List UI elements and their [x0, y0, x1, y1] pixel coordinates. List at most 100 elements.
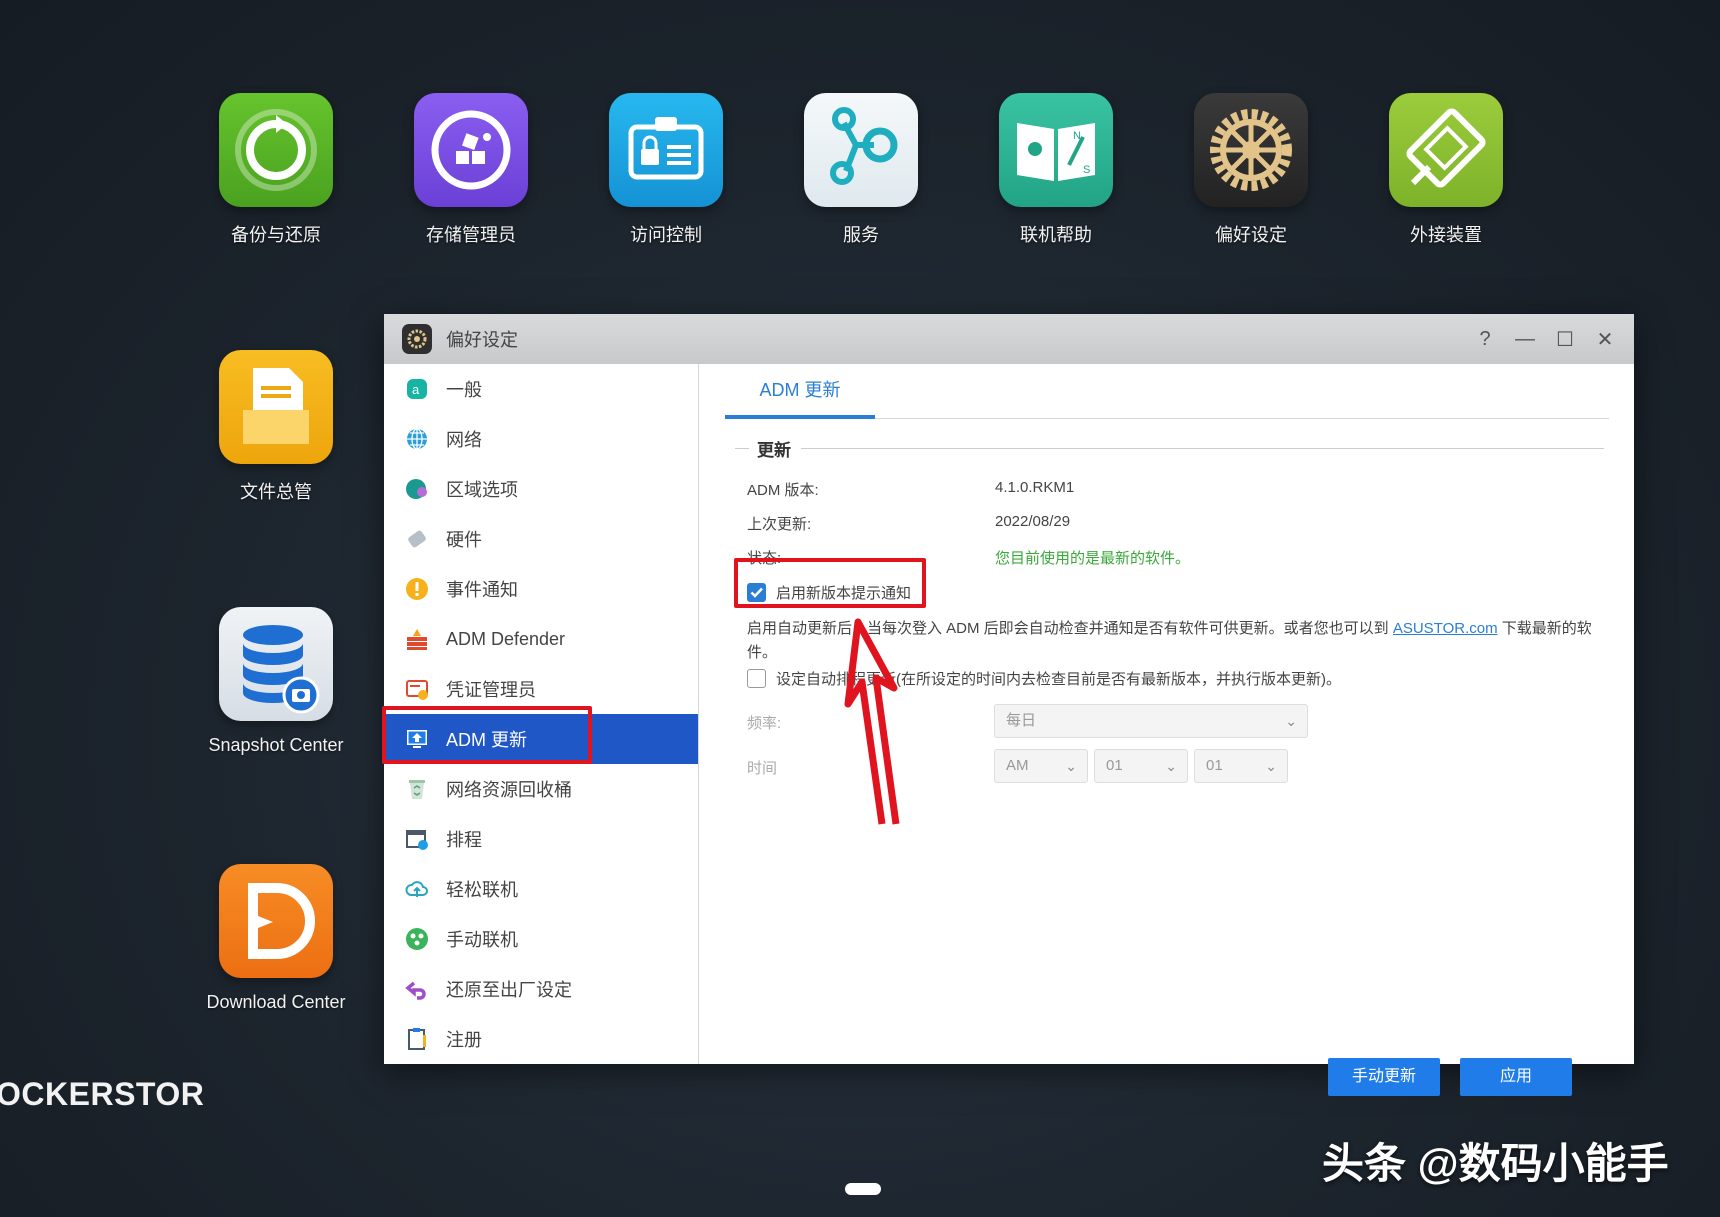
- tab-bar: ADM 更新: [725, 364, 1609, 419]
- svg-text:S: S: [1083, 164, 1090, 176]
- hour-select[interactable]: 01 ⌄: [1094, 749, 1188, 783]
- help-button[interactable]: ?: [1476, 328, 1494, 350]
- preferences-window: 偏好设定 ? — ☐ ✕ a 一般 网络 区域选项 硬件 事件通知 ADM De…: [382, 314, 1634, 1096]
- online-help-icon: N S: [1017, 123, 1095, 181]
- sidebar-item-general[interactable]: a 一般: [384, 364, 698, 414]
- desktop-icon-storage[interactable]: 存储管理员: [381, 93, 561, 247]
- chevron-down-icon: ⌄: [1065, 758, 1077, 774]
- frequency-select[interactable]: 每日 ⌄: [994, 704, 1308, 738]
- globe-icon: [404, 426, 430, 452]
- calendar-icon: [404, 826, 430, 852]
- database-icon: [243, 625, 320, 714]
- sidebar-item-notification[interactable]: 事件通知: [384, 564, 698, 614]
- region-icon: [404, 476, 430, 502]
- section-header: 更新: [735, 436, 1604, 461]
- window-titlebar[interactable]: 偏好设定 ? — ☐ ✕: [384, 314, 1634, 364]
- general-icon: a: [404, 376, 430, 402]
- sidebar-item-label: 网络: [446, 430, 482, 450]
- chevron-down-icon: ⌄: [1165, 758, 1177, 774]
- close-button[interactable]: ✕: [1596, 329, 1614, 351]
- app-gear-icon: [402, 324, 432, 354]
- desktop-icon-access[interactable]: 访问控制: [576, 93, 756, 247]
- maximize-button[interactable]: ☐: [1556, 329, 1574, 351]
- minute-select[interactable]: 01 ⌄: [1194, 749, 1288, 783]
- sidebar-item-registration[interactable]: 注册: [384, 1014, 698, 1064]
- firewall-icon: [404, 626, 430, 652]
- sidebar-item-label: 一般: [446, 380, 482, 400]
- frequency-label: 频率:: [747, 715, 782, 732]
- sidebar-item-label: 手动联机: [446, 930, 518, 950]
- chevron-down-icon: ⌄: [1285, 713, 1297, 729]
- sidebar-item-manual-connect[interactable]: 手动联机: [384, 914, 698, 964]
- sidebar-item-label: 轻松联机: [446, 880, 518, 900]
- desktop-icon-label: 访问控制: [630, 225, 702, 245]
- desktop-icon-label: 备份与还原: [231, 225, 321, 245]
- desktop-icon-external[interactable]: 外接装置: [1356, 93, 1536, 247]
- sidebar-item-region[interactable]: 区域选项: [384, 464, 698, 514]
- certificate-icon: [404, 676, 430, 702]
- annotation-arrow: [844, 618, 900, 825]
- home-indicator[interactable]: [845, 1183, 881, 1195]
- apply-button[interactable]: 应用: [1460, 1058, 1572, 1096]
- schedule-checkbox[interactable]: [747, 669, 766, 688]
- status-value: 您目前使用的是最新的软件。: [995, 550, 1191, 567]
- desktop-icon-services[interactable]: 服务: [771, 93, 951, 247]
- desktop-icon-label: Snapshot Center: [208, 735, 344, 755]
- download-center-icon: [248, 883, 315, 959]
- ampm-select[interactable]: AM ⌄: [994, 749, 1088, 783]
- manual-update-button[interactable]: 手动更新: [1328, 1058, 1440, 1096]
- sidebar-item-hardware[interactable]: 硬件: [384, 514, 698, 564]
- access-control-icon: [628, 117, 704, 180]
- desktop-icon-download[interactable]: Download Center: [186, 864, 366, 1013]
- desktop-icon-help[interactable]: N S 联机帮助: [966, 93, 1146, 247]
- brand-logo-text: OCKERSTOR: [0, 1076, 205, 1112]
- asustor-link[interactable]: ASUSTOR.com: [1393, 620, 1498, 637]
- minimize-button[interactable]: —: [1515, 328, 1535, 350]
- hardware-icon: [404, 526, 430, 552]
- sidebar-item-label: 事件通知: [446, 580, 518, 600]
- sidebar-item-label: 硬件: [446, 530, 482, 550]
- sidebar-item-label: 网络资源回收桶: [446, 780, 572, 800]
- sidebar-item-label: 注册: [446, 1030, 482, 1050]
- version-label: ADM 版本:: [747, 482, 819, 499]
- undo-icon: [404, 976, 430, 1002]
- sidebar-item-label: 区域选项: [446, 480, 518, 500]
- chevron-down-icon: ⌄: [1265, 758, 1277, 774]
- sidebar-item-network[interactable]: 网络: [384, 414, 698, 464]
- tab-adm-update[interactable]: ADM 更新: [725, 364, 875, 419]
- sidebar-item-label: ADM Defender: [446, 628, 566, 649]
- sidebar-item-label: 凭证管理员: [446, 680, 536, 700]
- watermark: 头条 @数码小能手: [1322, 1140, 1669, 1187]
- sidebar-item-label: 还原至出厂设定: [446, 980, 572, 1000]
- cloud-icon: [404, 876, 430, 902]
- desktop-icon-label: 偏好设定: [1215, 225, 1287, 245]
- sidebar-item-factory-reset[interactable]: 还原至出厂设定: [384, 964, 698, 1014]
- desktop-icon-label: 联机帮助: [1020, 225, 1092, 245]
- last-update-label: 上次更新:: [747, 516, 812, 533]
- external-device-icon: [1406, 108, 1486, 188]
- version-value: 4.1.0.RKM1: [995, 479, 1075, 496]
- time-label: 时间: [747, 760, 778, 777]
- desktop-icon-label: 存储管理员: [426, 225, 516, 245]
- window-title: 偏好设定: [446, 330, 518, 350]
- desktop-icon-label: 文件总管: [240, 482, 312, 502]
- sidebar-item-ezconnect[interactable]: 轻松联机: [384, 864, 698, 914]
- sidebar-item-recycle-bin[interactable]: 网络资源回收桶: [384, 764, 698, 814]
- desktop-icon-preferences[interactable]: 偏好设定: [1161, 93, 1341, 247]
- sidebar-item-schedule[interactable]: 排程: [384, 814, 698, 864]
- desktop-icon-snapshot[interactable]: Snapshot Center: [186, 607, 366, 756]
- last-update-value: 2022/08/29: [995, 513, 1071, 530]
- backup-restore-icon: [235, 109, 317, 191]
- desktop-icon-label: Download Center: [206, 992, 346, 1012]
- file-explorer-icon: [243, 368, 309, 444]
- sidebar-item-label: 排程: [446, 830, 482, 850]
- main-content: ADM 更新 更新 ADM 版本: 4.1.0.RKM1 上次更新: 2022/…: [700, 364, 1634, 1096]
- storage-manager-icon: [431, 110, 511, 190]
- desktop-icon-file-explorer[interactable]: 文件总管: [186, 350, 366, 504]
- svg-text:N: N: [1073, 130, 1081, 142]
- gear-icon: [1210, 109, 1292, 191]
- highlight-box-sidebar: [382, 706, 592, 764]
- sidebar-item-defender[interactable]: ADM Defender: [384, 614, 698, 664]
- desktop-icon-backup[interactable]: 备份与还原: [186, 93, 366, 247]
- recycle-bin-icon: [404, 776, 430, 802]
